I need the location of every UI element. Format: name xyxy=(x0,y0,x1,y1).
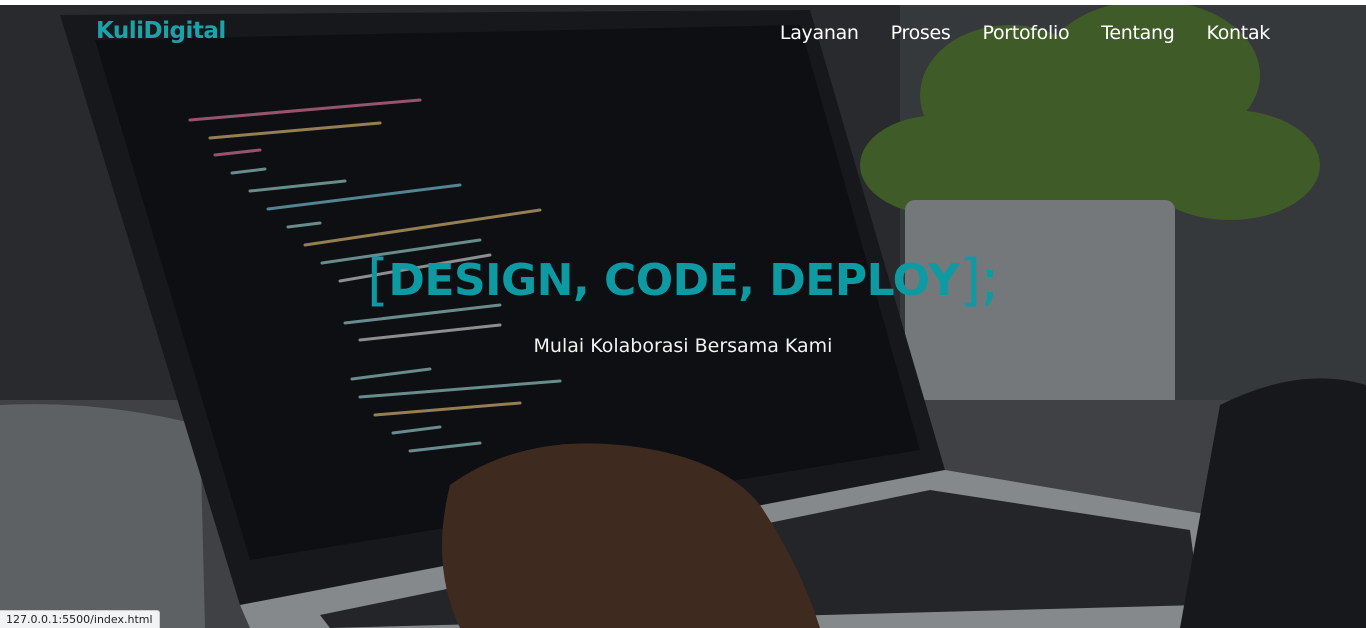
headline-text: DESIGN, CODE, DEPLOY xyxy=(388,255,960,306)
hero-section: KuliDigital Layanan Proses Portofolio Te… xyxy=(0,5,1366,628)
headline-bracket-close: ]; xyxy=(959,248,999,313)
headline-bracket-open: [ xyxy=(367,248,389,313)
status-bar-url: 127.0.0.1:5500/index.html xyxy=(0,610,160,628)
main-nav: Layanan Proses Portofolio Tentang Kontak xyxy=(780,22,1270,44)
nav-link-portofolio[interactable]: Portofolio xyxy=(983,22,1070,44)
nav-link-kontak[interactable]: Kontak xyxy=(1207,22,1271,44)
hero-subtitle: Mulai Kolaborasi Bersama Kami xyxy=(533,335,833,357)
nav-link-tentang[interactable]: Tentang xyxy=(1101,22,1175,44)
hero-background-image xyxy=(0,5,1366,628)
nav-link-proses[interactable]: Proses xyxy=(891,22,951,44)
hero-headline: [DESIGN, CODE, DEPLOY]; xyxy=(0,248,1366,313)
nav-link-layanan[interactable]: Layanan xyxy=(780,22,859,44)
brand-logo[interactable]: KuliDigital xyxy=(96,18,226,44)
